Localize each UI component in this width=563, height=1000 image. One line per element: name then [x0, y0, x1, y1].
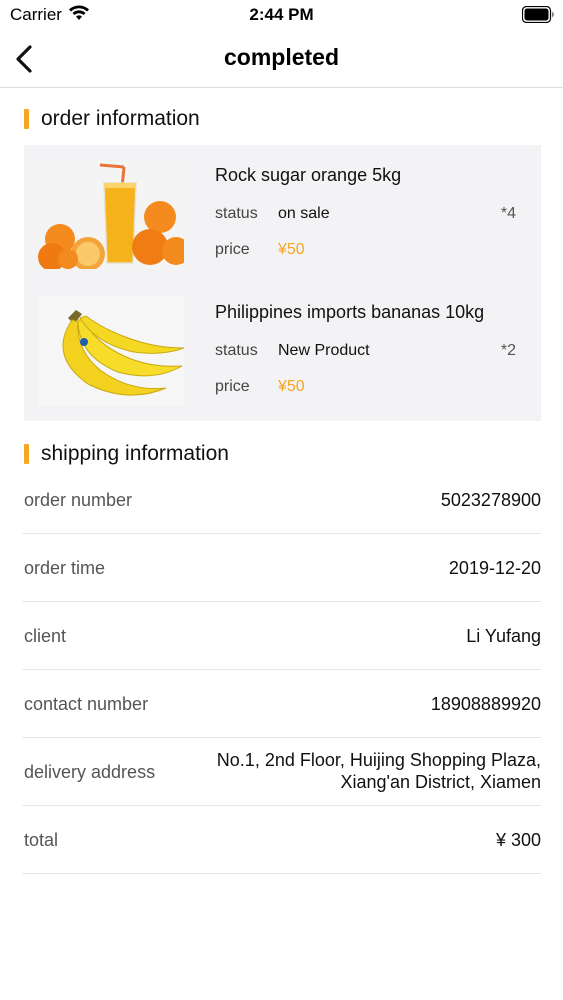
contact-number-value[interactable]: 18908889920: [431, 693, 541, 715]
order-items-card: Rock sugar orange 5kg status on sale *4 …: [24, 145, 541, 421]
price-label: price: [215, 241, 250, 258]
product-quantity: *2: [500, 342, 516, 359]
shipping-information-title: shipping information: [41, 442, 229, 465]
order-time-row: order time 2019-12-20: [22, 534, 541, 602]
client-value: Li Yufang: [466, 626, 541, 646]
page-title: completed: [223, 44, 340, 70]
product-status: New Product: [278, 342, 370, 359]
bananas-image: [38, 296, 184, 406]
status-bar: Carrier 2:44 PM: [0, 0, 563, 30]
battery-icon: [522, 6, 554, 23]
order-number-label: order number: [24, 490, 133, 510]
delivery-address-line-1: No.1, 2nd Floor, Huijing Shopping Plaza,: [216, 750, 541, 770]
total-row: total ¥ 300: [22, 806, 541, 874]
contact-number-label: contact number: [24, 694, 149, 714]
orange-juice-image: [38, 159, 184, 269]
order-information-title: order information: [41, 107, 200, 130]
order-item[interactable]: Rock sugar orange 5kg status on sale *4 …: [24, 145, 541, 277]
order-time-value: 2019-12-20: [448, 558, 541, 578]
price-label: price: [215, 378, 250, 395]
order-time-label: order time: [24, 558, 106, 578]
section-accent-bar: [24, 444, 29, 464]
total-value: ¥ 300: [495, 830, 541, 850]
status-label: status: [215, 342, 258, 359]
product-status: on sale: [278, 205, 330, 222]
navigation-bar: completed: [0, 30, 563, 88]
product-price: ¥50: [278, 241, 305, 258]
order-number-value: 5023278900: [440, 490, 541, 510]
client-label: client: [24, 626, 67, 646]
status-label: status: [215, 205, 258, 222]
product-name: Rock sugar orange 5kg: [215, 165, 402, 185]
clock: 2:44 PM: [249, 5, 314, 24]
client-row: client Li Yufang: [22, 602, 541, 670]
order-number-row: order number 5023278900: [22, 466, 541, 534]
contact-number-row: contact number 18908889920: [22, 670, 541, 738]
order-item[interactable]: Philippines imports bananas 10kg status …: [24, 282, 541, 414]
product-name: Philippines imports bananas 10kg: [215, 302, 485, 322]
product-price: ¥50: [278, 378, 305, 395]
delivery-address-line-2: Xiang'an District, Xiamen: [340, 772, 541, 792]
product-quantity: *4: [500, 205, 516, 222]
delivery-address-row: delivery address No.1, 2nd Floor, Huijin…: [22, 738, 541, 806]
total-label: total: [24, 830, 59, 850]
delivery-address-label: delivery address: [24, 762, 156, 782]
section-accent-bar: [24, 109, 29, 129]
